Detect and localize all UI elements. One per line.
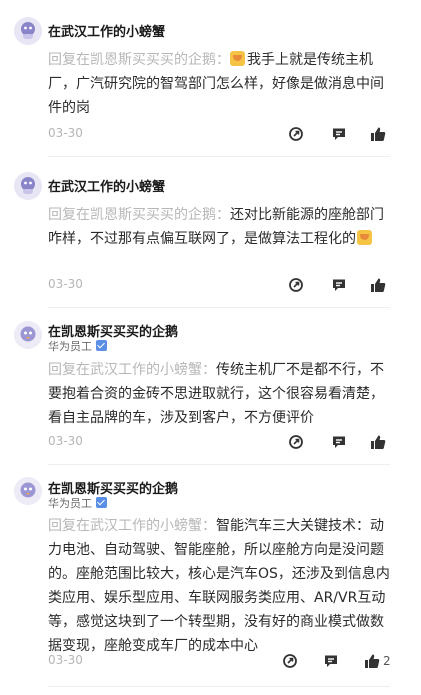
share-button[interactable] <box>282 652 298 670</box>
comment-icon <box>333 279 345 291</box>
divider <box>48 307 390 308</box>
comment-body: 回复在凯恩斯买买买的企鹅： 我手上就是传统主机厂，广汽研究院的智驾部门怎么样，好像… <box>48 48 393 120</box>
comment-icon <box>333 128 345 140</box>
employee-badge: 华为员工 <box>48 338 107 354</box>
reply-button[interactable] <box>331 276 347 294</box>
like-button[interactable]: 2 <box>364 652 391 670</box>
author-name[interactable]: 在武汉工作的小螃蟹 <box>48 21 165 40</box>
verified-icon <box>96 340 107 351</box>
share-button[interactable] <box>288 125 304 143</box>
like-button[interactable] <box>370 276 389 294</box>
comment-icon <box>333 436 345 448</box>
reply-text: 智能汽车三大关键技术：动力电池、自动驾驶、智能座舱，所以座舱方向是没问题的。座舱… <box>48 518 390 654</box>
emoji-icon <box>230 51 245 66</box>
avatar[interactable] <box>14 477 42 505</box>
reply-prefix[interactable]: 回复在武汉工作的小螃蟹： <box>48 518 216 534</box>
avatar-icon <box>14 477 42 505</box>
like-icon <box>371 435 386 449</box>
comment-date: 03-30 <box>48 277 83 291</box>
reply-prefix[interactable]: 回复在凯恩斯买买买的企鹅： <box>48 207 230 223</box>
avatar-icon <box>14 321 42 349</box>
divider <box>48 686 390 687</box>
author-name[interactable]: 在武汉工作的小螃蟹 <box>48 176 165 195</box>
avatar-icon <box>14 172 42 200</box>
like-button[interactable] <box>370 125 389 143</box>
emoji-icon <box>357 230 372 245</box>
like-icon <box>371 127 386 141</box>
avatar[interactable] <box>14 17 42 45</box>
reply-button[interactable] <box>323 652 339 670</box>
badge-label: 华为员工 <box>48 497 92 510</box>
divider <box>48 464 390 465</box>
like-count: 2 <box>383 654 391 668</box>
employee-badge: 华为员工 <box>48 495 107 511</box>
reply-button[interactable] <box>331 433 347 451</box>
comment-actions <box>282 125 392 143</box>
avatar[interactable] <box>14 172 42 200</box>
share-icon <box>289 278 303 292</box>
comment-thread: 在武汉工作的小螃蟹 回复在凯恩斯买买买的企鹅： 我手上就是传统主机厂，广汽研究院的… <box>0 0 421 695</box>
share-button[interactable] <box>288 276 304 294</box>
share-icon <box>283 654 297 668</box>
comment-body: 回复在武汉工作的小螃蟹：传统主机厂不是都不行，不要抱着合资的金砖不思进取就行，这… <box>48 358 393 430</box>
like-icon <box>371 278 386 292</box>
comment-actions: 2 <box>282 652 392 670</box>
verified-icon <box>96 497 107 508</box>
share-icon <box>289 127 303 141</box>
badge-label: 华为员工 <box>48 340 92 353</box>
comment-actions <box>282 276 392 294</box>
comment-date: 03-30 <box>48 434 83 448</box>
comment-date: 03-30 <box>48 126 83 140</box>
share-icon <box>289 435 303 449</box>
reply-prefix[interactable]: 回复在凯恩斯买买买的企鹅： <box>48 52 230 68</box>
comment-body: 回复在武汉工作的小螃蟹：智能汽车三大关键技术：动力电池、自动驾驶、智能座舱，所以… <box>48 514 393 658</box>
like-button[interactable] <box>370 433 389 451</box>
avatar[interactable] <box>14 321 42 349</box>
comment-body: 回复在凯恩斯买买买的企鹅：还对比新能源的座舱部门咋样，不过那有点偏互联网了，是做… <box>48 203 393 251</box>
comment-icon <box>325 655 337 667</box>
like-icon <box>365 654 380 668</box>
avatar-icon <box>14 17 42 45</box>
share-button[interactable] <box>288 433 304 451</box>
divider <box>48 156 390 157</box>
reply-button[interactable] <box>331 125 347 143</box>
comment-actions <box>282 433 392 451</box>
reply-prefix[interactable]: 回复在武汉工作的小螃蟹： <box>48 362 216 378</box>
comment-date: 03-30 <box>48 653 83 667</box>
